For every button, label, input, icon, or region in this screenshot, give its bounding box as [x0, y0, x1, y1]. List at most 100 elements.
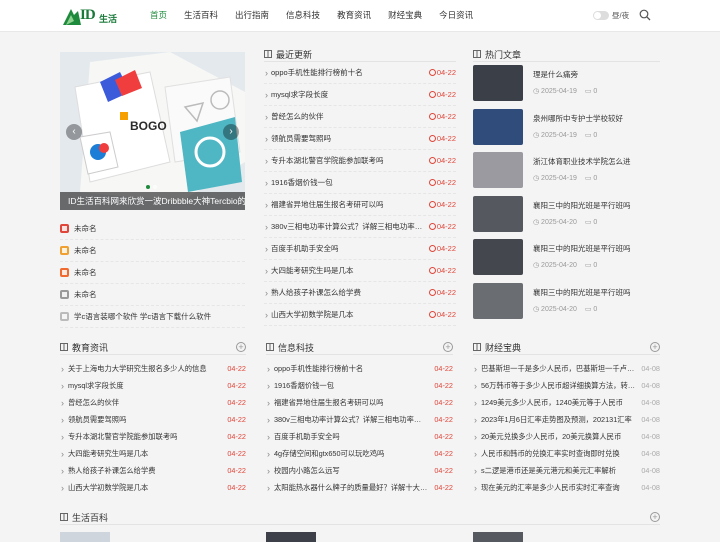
- list-item[interactable]: 领航员需要驾照吗 04-22: [60, 411, 246, 428]
- nav-item-6[interactable]: 今日资讯: [439, 0, 473, 32]
- list-item[interactable]: 1916香烟价钱一包 04-22: [266, 377, 453, 394]
- item-date: 04-08: [641, 415, 660, 424]
- nav-item-3[interactable]: 信息科技: [286, 0, 320, 32]
- book-icon: [60, 513, 68, 521]
- hot-item[interactable]: 泉州哪所中专护士学校较好 ◷ 2025-04-19 ▭ 0: [473, 106, 660, 150]
- list-item[interactable]: oppo手机性能排行榜前十名 04-22: [266, 360, 453, 377]
- list-item[interactable]: 关于上海电力大学研究生报名多少人的信息 04-22: [60, 360, 246, 377]
- life-more-icon[interactable]: +: [650, 512, 660, 522]
- side-link[interactable]: 未命名: [60, 218, 245, 240]
- hot-thumb[interactable]: [473, 108, 523, 145]
- item-title: 2023年1月6日汇率走势图及预测，202131汇率: [481, 414, 632, 424]
- slider-next-button[interactable]: ›: [223, 124, 239, 140]
- hot-item[interactable]: 襄阳三中的阳光班是平行班吗 ◷ 2025-04-20 ▭ 0: [473, 280, 660, 324]
- list-item[interactable]: 1916香烟价钱一包 04-22: [264, 172, 456, 194]
- life-thumb[interactable]: [266, 532, 316, 542]
- side-link[interactable]: 未命名: [60, 284, 245, 306]
- side-link[interactable]: 未命名: [60, 240, 245, 262]
- list-item[interactable]: 现在美元的汇率是多少人民币实时汇率查询 04-08: [473, 479, 660, 496]
- slider-caption[interactable]: ID生活百科网来欣赏一波Dribbble大神Tercbio的作品: [60, 192, 245, 210]
- list-item[interactable]: s二逻是港币还是美元港元和美元汇率解析 04-08: [473, 462, 660, 479]
- hot-item[interactable]: 襄阳三中的阳光班是平行班吗 ◷ 2025-04-20 ▭ 0: [473, 236, 660, 280]
- list-item[interactable]: 山西大学初数学院是几本 04-22: [264, 304, 456, 326]
- list-item[interactable]: 太阳能热水器什么牌子的质量最好？详解十大品牌 04-22: [266, 479, 453, 496]
- hot-title[interactable]: 理是什么痛旁: [533, 70, 605, 80]
- list-item[interactable]: 4g存储空间和gtx650可以玩吃鸡吗 04-22: [266, 445, 453, 462]
- nav-item-0[interactable]: 首页: [150, 0, 167, 32]
- list-item[interactable]: 山西大学初数学院是几本 04-22: [60, 479, 246, 496]
- hot-date: ◷ 2025-04-19: [533, 88, 577, 95]
- side-link-label: 学c语言装哪个软件 学c语言下载什么软件: [74, 312, 212, 321]
- list-item[interactable]: 熟人给孩子补课怎么给学费 04-22: [264, 282, 456, 304]
- nav-item-1[interactable]: 生活百科: [184, 0, 218, 32]
- search-icon[interactable]: [639, 9, 651, 21]
- hot-title[interactable]: 襄阳三中的阳光班是平行班吗: [533, 201, 631, 211]
- list-item[interactable]: 2023年1月6日汇率走势图及预测，202131汇率 04-08: [473, 411, 660, 428]
- list-item[interactable]: mysql求字段长度 04-22: [264, 84, 456, 106]
- list-item[interactable]: 380v三相电功率计算公式？详解三相电功率的计算方法 04-22: [266, 411, 453, 428]
- list-item[interactable]: 校园内小路怎么远写 04-22: [266, 462, 453, 479]
- life-thumb[interactable]: [60, 532, 110, 542]
- list-item[interactable]: 专升本湖北警官学院能参加联考吗 04-22: [264, 150, 456, 172]
- hot-thumb[interactable]: [473, 195, 523, 232]
- list-item[interactable]: 百度手机助手安全吗 04-22: [264, 238, 456, 260]
- list-item[interactable]: 百度手机助手安全吗 04-22: [266, 428, 453, 445]
- side-link[interactable]: 学c语言装哪个软件 学c语言下载什么软件: [60, 306, 245, 328]
- item-date: 04-22: [428, 90, 456, 99]
- list-item[interactable]: 福建省异地住届生报名考研可以吗 04-22: [266, 394, 453, 411]
- item-date-text: 04-22: [436, 200, 456, 209]
- item-title: 380v三相电功率计算公式？详解三相电功率的计算方法: [271, 222, 425, 231]
- fin-list: 巴基斯坦一千是多少人民币，巴基斯坦一千卢比汇率04-0856万韩币等于多少人民币…: [473, 360, 660, 496]
- list-item[interactable]: 曾经怎么的伙伴 04-22: [264, 106, 456, 128]
- list-item[interactable]: 1249美元多少人民币，1240美元等于人民币 04-08: [473, 394, 660, 411]
- hot-thumb[interactable]: [473, 152, 523, 188]
- list-item[interactable]: oppo手机性能排行榜前十名 04-22: [264, 62, 456, 84]
- featured-slider[interactable]: BOGO ‹ › ID生活百科网来欣赏一波Dribbble大神Tercbio的作…: [60, 52, 245, 210]
- list-item[interactable]: 大四能考研究生吗是几本 04-22: [60, 445, 246, 462]
- list-item[interactable]: 人民币和韩币的兑换汇率实时查询即时兑换 04-08: [473, 445, 660, 462]
- life-thumb[interactable]: [473, 532, 523, 542]
- list-item[interactable]: 380v三相电功率计算公式？详解三相电功率的计算方法 04-22: [264, 216, 456, 238]
- hot-panel: 热门文章 理是什么痛旁 ◷ 2025-04-19 ▭ 0 泉州哪所中专护士学校较好 ◷ …: [473, 47, 660, 323]
- hot-item[interactable]: 襄阳三中的阳光班是平行班吗 ◷ 2025-04-20 ▭ 0: [473, 193, 660, 237]
- hot-comments: ▭ 0: [584, 262, 598, 269]
- site-logo[interactable]: ID 生活: [62, 5, 124, 27]
- hot-thumb[interactable]: [473, 239, 523, 275]
- list-item[interactable]: 巴基斯坦一千是多少人民币，巴基斯坦一千卢比汇率 04-08: [473, 360, 660, 377]
- item-title: 熟人给孩子补课怎么给学费: [271, 288, 361, 297]
- list-item[interactable]: 20美元兑换多少人民币，20美元换算人民币 04-08: [473, 428, 660, 445]
- hot-title[interactable]: 泉州哪所中专护士学校较好: [533, 114, 623, 124]
- hot-title[interactable]: 浙江体育职业技术学院怎么进: [533, 157, 631, 167]
- slider-prev-button[interactable]: ‹: [66, 124, 82, 140]
- list-item[interactable]: 曾经怎么的伙伴 04-22: [60, 394, 246, 411]
- item-title: 百度手机助手安全吗: [271, 244, 339, 253]
- item-title: 福建省异地住届生报名考研可以吗: [271, 200, 384, 209]
- fin-more-icon[interactable]: +: [650, 342, 660, 352]
- item-title: 1916香烟价钱一包: [271, 178, 333, 187]
- list-item[interactable]: 福建省异地住届生报名考研可以吗 04-22: [264, 194, 456, 216]
- item-title: 曾经怎么的伙伴: [68, 397, 120, 407]
- slider-dot[interactable]: [153, 185, 157, 189]
- list-item[interactable]: 熟人给孩子补课怎么给学费 04-22: [60, 462, 246, 479]
- hot-title[interactable]: 襄阳三中的阳光班是平行班吗: [533, 244, 631, 254]
- tech-more-icon[interactable]: +: [443, 342, 453, 352]
- logo-subtext: 生活: [99, 14, 118, 24]
- hot-thumb[interactable]: [473, 282, 523, 319]
- item-title: 大四能考研究生吗是几本: [271, 266, 354, 275]
- list-item[interactable]: 领航员需要驾照吗 04-22: [264, 128, 456, 150]
- nav-item-5[interactable]: 财经宝典: [388, 0, 422, 32]
- side-link[interactable]: 未命名: [60, 262, 245, 284]
- hot-item[interactable]: 浙江体育职业技术学院怎么进 ◷ 2025-04-19 ▭ 0: [473, 149, 660, 193]
- theme-toggle[interactable]: [593, 11, 609, 20]
- nav-item-4[interactable]: 教育资讯: [337, 0, 371, 32]
- slider-dot[interactable]: [146, 185, 150, 189]
- list-item[interactable]: 专升本湖北警官学院能参加联考吗 04-22: [60, 428, 246, 445]
- hot-title[interactable]: 襄阳三中的阳光班是平行班吗: [533, 288, 631, 298]
- hot-thumb[interactable]: [473, 65, 523, 101]
- nav-item-2[interactable]: 出行指南: [235, 0, 269, 32]
- edu-more-icon[interactable]: +: [236, 342, 246, 352]
- list-item[interactable]: mysql求字段长度 04-22: [60, 377, 246, 394]
- list-item[interactable]: 大四能考研究生吗是几本 04-22: [264, 260, 456, 282]
- hot-item[interactable]: 理是什么痛旁 ◷ 2025-04-19 ▭ 0: [473, 62, 660, 106]
- list-item[interactable]: 56万韩币等于多少人民币超详细换算方法，转存款 04-08: [473, 377, 660, 394]
